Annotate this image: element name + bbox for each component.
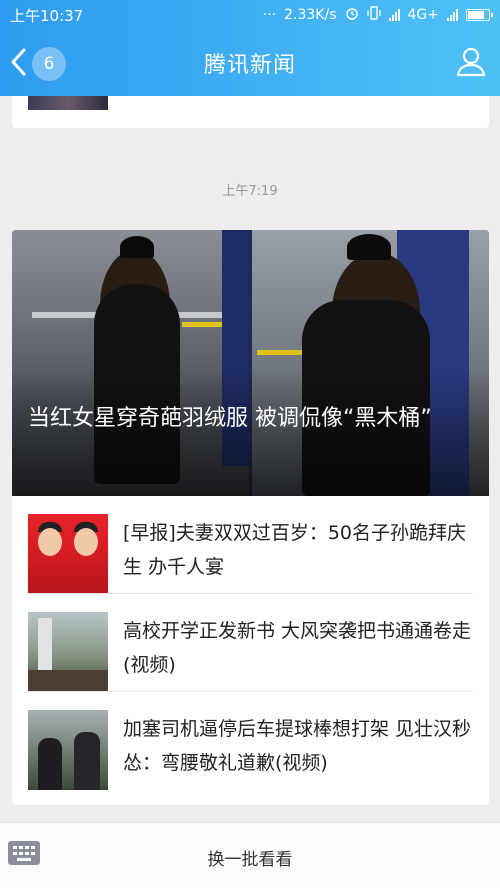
unread-count-badge: 6 [32, 47, 66, 81]
hero-headline: 当红女星穿奇葩羽绒服 被调侃像“黑木桶” [28, 406, 432, 431]
news-list-item[interactable]: [早报]夫妻双双过百岁：50名子孙跪拜庆生 办千人宴 [12, 496, 489, 594]
status-icons: ··· 2.33K/s 4G+ [262, 6, 493, 24]
figure-hat [120, 236, 154, 258]
status-bar: 上午10:37 ··· 2.33K/s 4G+ [0, 0, 500, 30]
back-button[interactable]: 6 [8, 46, 66, 82]
status-dots-icon: ··· [262, 7, 277, 23]
signal-icon [388, 9, 400, 21]
previous-news-thumbnail [28, 96, 108, 110]
news-list-item[interactable]: 加塞司机逼停后车提球棒想打架 见壮汉秒怂：弯腰敬礼道歉(视频) [12, 692, 489, 790]
message-timestamp: 上午7:19 [222, 184, 278, 199]
previous-news-card[interactable] [12, 96, 489, 128]
signal-icon-2 [447, 9, 458, 21]
figure-hat-2 [347, 234, 391, 260]
bottom-bar: 换一批看看 [0, 822, 500, 888]
hero-news-item[interactable]: 当红女星穿奇葩羽绒服 被调侃像“黑木桶” [12, 230, 489, 496]
battery-icon [466, 9, 493, 21]
news-title: 高校开学正发新书 大风突袭把书通通卷走(视频) [123, 620, 472, 676]
alarm-icon [345, 6, 359, 24]
news-title: [早报]夫妻双双过百岁：50名子孙跪拜庆生 办千人宴 [123, 522, 467, 578]
status-time: 上午10:37 [10, 6, 84, 25]
news-thumbnail [28, 514, 108, 594]
refresh-batch-button[interactable]: 换一批看看 [0, 845, 500, 870]
news-title: 加塞司机逼停后车提球棒想打架 见壮汉秒怂：弯腰敬礼道歉(视频) [123, 718, 472, 774]
profile-button[interactable] [454, 44, 488, 82]
network-speed: 2.33K/s [284, 7, 337, 23]
news-list-item[interactable]: 高校开学正发新书 大风突袭把书通通卷走(视频) [12, 594, 489, 692]
app-header: 6 腾讯新闻 [0, 30, 500, 96]
user-icon [454, 47, 488, 82]
chevron-left-icon [8, 46, 28, 82]
network-type: 4G+ [407, 7, 440, 23]
news-thumbnail [28, 710, 108, 790]
page-title: 腾讯新闻 [203, 53, 296, 78]
news-card: 当红女星穿奇葩羽绒服 被调侃像“黑木桶” [早报]夫妻双双过百岁：50名子孙跪拜… [12, 230, 489, 805]
news-thumbnail [28, 612, 108, 692]
vibrate-icon [366, 6, 381, 24]
